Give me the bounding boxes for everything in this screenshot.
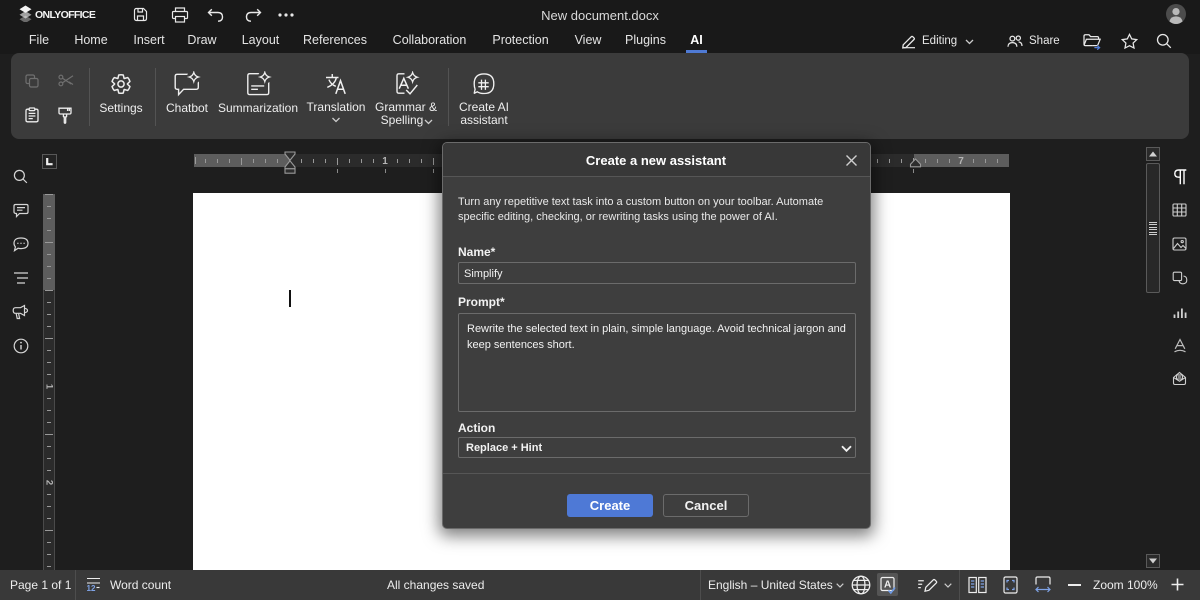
svg-text:A: A: [884, 580, 891, 591]
svg-text:12: 12: [87, 584, 96, 593]
